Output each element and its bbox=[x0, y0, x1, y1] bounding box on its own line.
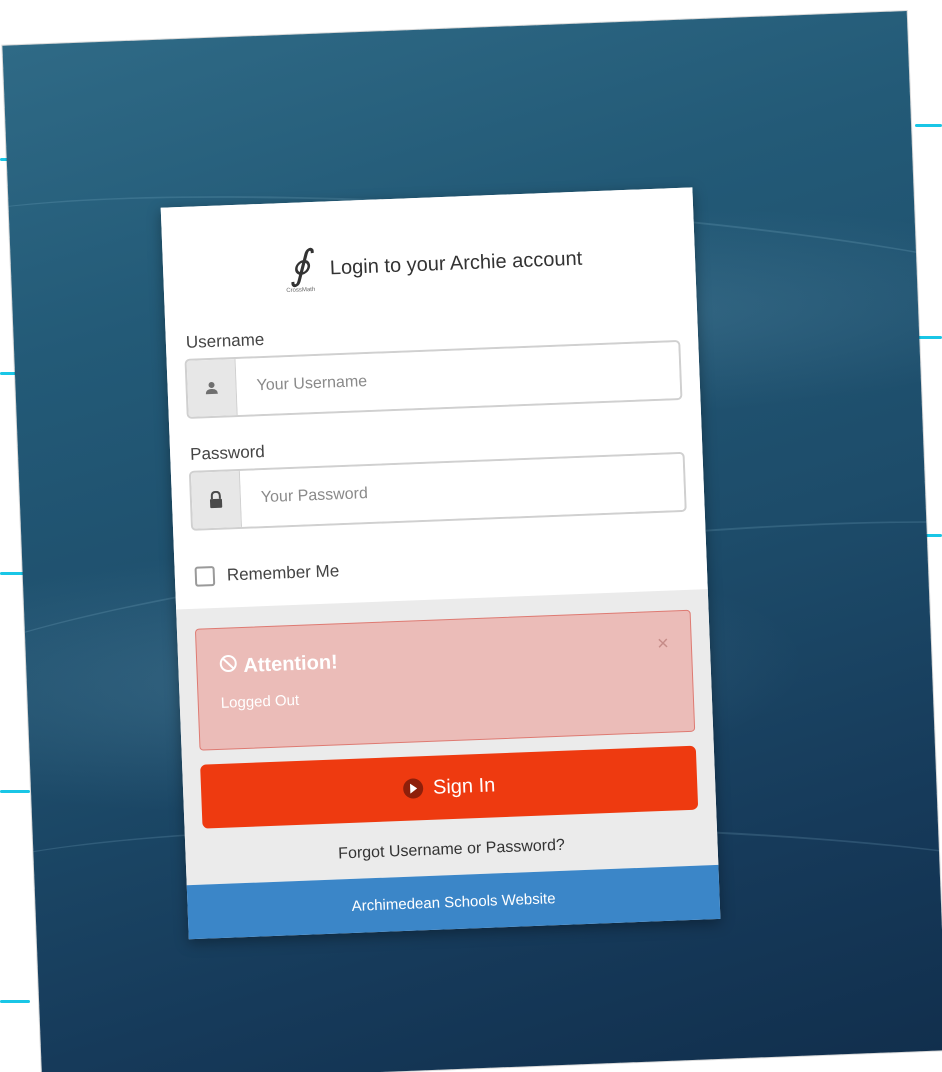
alert-message: Logged Out bbox=[220, 691, 300, 712]
edge-tick bbox=[0, 790, 30, 793]
alert-title: Attention! bbox=[242, 650, 339, 677]
screen-background: ∮ CrossMath Login to your Archie account… bbox=[2, 11, 942, 1072]
remember-me-checkbox[interactable] bbox=[194, 565, 216, 587]
close-icon[interactable]: × bbox=[657, 633, 670, 655]
schools-website-link[interactable]: Archimedean Schools Website bbox=[351, 890, 556, 915]
attention-alert: Attention! Logged Out × bbox=[194, 609, 696, 751]
login-actions: Attention! Logged Out × Sign In Forgot U… bbox=[176, 589, 719, 886]
brand-header: ∮ CrossMath Login to your Archie account bbox=[180, 224, 678, 305]
sign-in-label: Sign In bbox=[432, 773, 496, 799]
lock-icon bbox=[190, 470, 243, 529]
logo-glyph: ∮ bbox=[288, 242, 312, 289]
alert-header: Attention! bbox=[219, 638, 670, 679]
sign-in-button[interactable]: Sign In bbox=[200, 745, 699, 829]
login-form: ∮ CrossMath Login to your Archie account… bbox=[160, 187, 708, 610]
forgot-credentials-link[interactable]: Forgot Username or Password? bbox=[203, 832, 699, 869]
user-icon bbox=[186, 359, 238, 417]
ban-icon bbox=[219, 654, 238, 679]
photo-stage: ∮ CrossMath Login to your Archie account… bbox=[0, 0, 942, 1072]
play-circle-icon bbox=[402, 778, 424, 799]
edge-tick bbox=[915, 124, 942, 127]
logo: ∮ CrossMath bbox=[275, 238, 325, 302]
username-input[interactable] bbox=[235, 342, 681, 415]
logo-caption: CrossMath bbox=[286, 286, 316, 295]
password-group bbox=[188, 451, 687, 531]
login-card: ∮ CrossMath Login to your Archie account… bbox=[160, 187, 721, 940]
remember-me-label[interactable]: Remember Me bbox=[226, 561, 339, 585]
username-group bbox=[184, 339, 683, 419]
edge-tick bbox=[0, 1000, 30, 1003]
password-input[interactable] bbox=[239, 453, 685, 527]
page-title: Login to your Archie account bbox=[329, 247, 583, 279]
remember-me-row: Remember Me bbox=[194, 548, 689, 587]
